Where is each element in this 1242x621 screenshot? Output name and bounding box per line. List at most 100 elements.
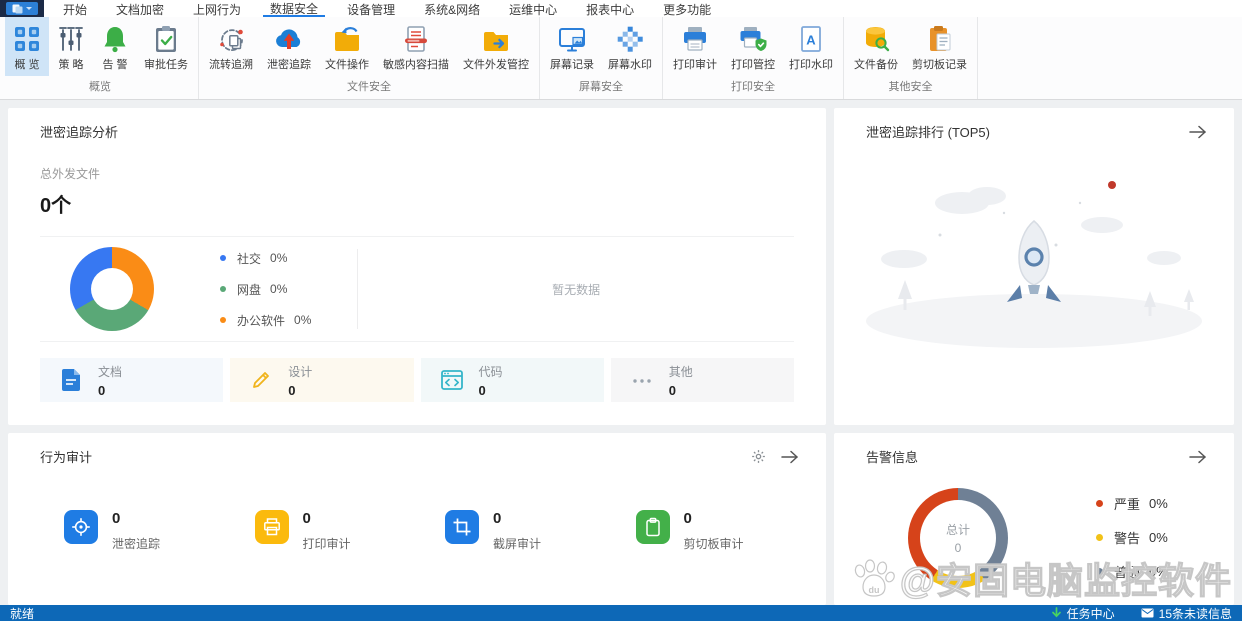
unread-messages-button[interactable]: 15条未读信息 [1141,605,1232,621]
donut-legend: 社交0%网盘0%办公软件0% [220,250,311,329]
alert-bell-icon [100,24,130,54]
legend-value: 0% [1149,530,1168,545]
outgoing-channel-donut-chart [70,247,154,331]
ribbon-group-items: 打印审计打印管控A打印水印 [666,17,840,76]
legend-item[interactable]: 网盘0% [220,281,311,298]
ribbon-item-approval-clipboard[interactable]: 审批任务 [137,17,195,76]
app-menu-button[interactable] [6,2,38,15]
crop-icon [445,510,479,544]
audit-stat-item: 0泄密追踪 [64,510,255,552]
alert-legend-item[interactable]: 严重0% [1096,494,1168,513]
print-watermark-icon: A [796,24,826,54]
file-outgoing-folder-icon [481,24,511,54]
arrow-right-icon[interactable] [1188,450,1208,464]
ribbon-item-print-control[interactable]: 打印管控 [724,17,782,76]
ribbon-item-print-watermark[interactable]: A打印水印 [782,17,840,76]
menu-tab-web-behavior[interactable]: 上网行为 [186,0,248,17]
card-label: 文档 [98,363,122,380]
panel-header: 告警信息 [834,433,1234,466]
audit-stats-row: 0泄密追踪 0打印审计 0截屏审计0剪切板审计 [8,510,826,552]
ribbon-item-label: 告 警 [102,56,127,72]
ribbon-item-sensitive-scan[interactable]: 敏感内容扫描 [376,17,456,76]
menu-bar: 开始文档加密上网行为数据安全设备管理系统&网络运维中心报表中心更多功能 [0,0,1242,17]
ribbon-group-label: 概览 [5,76,195,99]
ribbon-toolbar: 概 览策 略告 警审批任务概览流转追溯泄密追踪文件操作敏感内容扫描文件外发管控文… [0,17,1242,100]
ribbon-item-label: 审批任务 [144,56,188,72]
ribbon-item-overview-grid[interactable]: 概 览 [5,17,49,76]
ribbon-item-label: 文件外发管控 [463,56,529,72]
target-icon [64,510,98,544]
file-type-card: 代码0 [421,358,604,402]
ribbon-item-file-outgoing-folder[interactable]: 文件外发管控 [456,17,536,76]
ribbon-group-3: 打印审计打印管控A打印水印打印安全 [663,17,844,99]
ribbon-item-file-operate-folder[interactable]: 文件操作 [318,17,376,76]
audit-stat-item: 0截屏审计 [445,510,636,552]
menu-tab-more-features[interactable]: 更多功能 [656,0,718,17]
mail-icon [1141,608,1154,618]
audit-stat-item: 0打印审计 [255,510,446,552]
ribbon-item-screen-watermark[interactable]: 屏幕水印 [601,17,659,76]
ribbon-item-alert-bell[interactable]: 告 警 [93,17,137,76]
ribbon-item-clipboard-record[interactable]: 剪切板记录 [905,17,974,76]
menu-tab-device-mgmt[interactable]: 设备管理 [340,0,402,17]
ribbon-group-items: 文件备份剪切板记录 [847,17,974,76]
donut-center-value: 0 [955,541,962,555]
pencil-icon [248,367,274,393]
screen-watermark-icon [615,24,645,54]
printer-icon [255,510,289,544]
ribbon-item-screen-record[interactable]: 屏幕记录 [543,17,601,76]
ribbon-group-4: 文件备份剪切板记录其他安全 [844,17,978,99]
menu-tab-data-security[interactable]: 数据安全 [263,0,325,17]
ribbon-item-trace-cycle[interactable]: 流转追溯 [202,17,260,76]
ribbon-item-file-backup[interactable]: 文件备份 [847,17,905,76]
legend-label: 社交 [237,250,261,267]
audit-stat-item: 0剪切板审计 [636,510,827,552]
card-value: 0 [98,383,122,398]
approval-clipboard-icon [151,24,181,54]
app-window: 开始文档加密上网行为数据安全设备管理系统&网络运维中心报表中心更多功能 概 览策… [0,0,1242,621]
panel-title: 泄密追踪分析 [40,122,800,141]
panel-leak-rank: 泄密追踪排行 (TOP5) [834,108,1234,425]
panel-header: 泄密追踪分析 [8,108,826,141]
panel-behavior-audit: 行为审计 0泄密追踪0打印审计0截屏审计0剪切板审计 [8,433,826,605]
task-center-button[interactable]: 任务中心 [1051,605,1115,621]
ribbon-group-items: 概 览策 略告 警 审批任务 [5,17,195,76]
legend-dot [1096,534,1103,541]
ribbon-item-leak-cloud[interactable]: 泄密追踪 [260,17,318,76]
card-label: 其他 [669,363,693,380]
ribbon-group-label: 文件安全 [202,76,536,99]
menu-tab-ops-center[interactable]: 运维中心 [502,0,564,17]
ribbon-item-policy-sliders[interactable]: 策 略 [49,17,93,76]
alert-legend-item[interactable]: 普通0% [1096,562,1168,581]
arrow-right-icon[interactable] [1188,125,1208,139]
stat-label: 剪切板审计 [684,535,744,552]
empty-state-rocket-illustration [844,163,1224,363]
legend-value: 0% [294,313,311,327]
menu-tab-start[interactable]: 开始 [56,0,94,17]
task-center-label: 任务中心 [1067,605,1115,621]
file-operate-folder-icon [332,24,362,54]
legend-item[interactable]: 办公软件 0% [220,312,311,329]
stat-label: 打印审计 [303,535,351,552]
legend-value: 0% [270,282,287,296]
arrow-right-icon[interactable] [780,450,800,464]
file-type-card: 设计 0 [230,358,413,402]
gear-icon[interactable] [751,449,766,464]
menu-tab-doc-encrypt[interactable]: 文档加密 [109,0,171,17]
alert-legend-item[interactable]: 警告0% [1096,528,1168,547]
legend-label: 办公软件 [237,312,285,329]
empty-data-text: 暂无数据 [358,281,794,298]
stat-text: 0打印审计 [303,510,351,552]
ribbon-item-print-audit[interactable]: 打印审计 [666,17,724,76]
menu-tab-report-center[interactable]: 报表中心 [579,0,641,17]
card-value: 0 [288,383,312,398]
legend-item[interactable]: 社交0% [220,250,311,267]
file-type-cards: 文档0设计0代码0其他0 [40,358,794,402]
card-label: 设计 [288,363,312,380]
menu-tab-system-network[interactable]: 系统&网络 [417,0,487,17]
clipboard-icon [636,510,670,544]
print-control-icon [738,24,768,54]
app-window-icon [12,4,23,14]
leak-chart-row: 社交0%网盘0%办公软件0% 暂无数据 [40,237,794,341]
legend-dot [220,286,226,292]
